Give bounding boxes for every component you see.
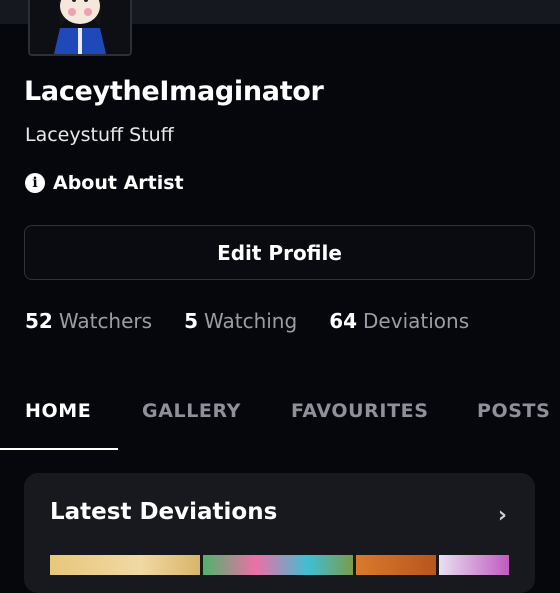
edit-profile-label: Edit Profile	[217, 240, 342, 265]
tab-favourites[interactable]: FAVOURITES	[291, 400, 429, 422]
profile-username: LaceytheImaginator	[24, 76, 324, 107]
chevron-right-icon[interactable]: ›	[498, 503, 507, 528]
tab-posts[interactable]: POSTS	[477, 400, 550, 422]
avatar[interactable]	[28, 0, 132, 56]
deviation-thumbnail[interactable]	[439, 555, 509, 575]
stat-watching-label: Watching	[203, 309, 298, 333]
active-tab-indicator	[0, 448, 118, 450]
stat-deviations[interactable]: 64 Deviations	[329, 309, 469, 333]
info-icon: i	[25, 173, 45, 193]
deviation-thumbnail[interactable]	[50, 555, 200, 575]
deviation-thumbnail[interactable]	[203, 555, 353, 575]
edit-profile-button[interactable]: Edit Profile	[24, 225, 535, 280]
profile-tabs: HOME GALLERY FAVOURITES POSTS	[0, 392, 560, 450]
stat-deviations-label: Deviations	[363, 309, 470, 333]
stat-watching[interactable]: 5 Watching	[184, 309, 297, 333]
about-artist-link[interactable]: i About Artist	[25, 172, 184, 194]
latest-deviations-title: Latest Deviations	[50, 499, 278, 525]
avatar-image	[30, 0, 130, 54]
latest-deviations-card: Latest Deviations ›	[24, 473, 535, 593]
stat-watchers-label: Watchers	[58, 309, 153, 333]
stat-watching-count: 5	[184, 309, 198, 333]
profile-stats: 52 Watchers 5 Watching 64 Deviations	[25, 309, 501, 333]
stat-watchers-count: 52	[25, 309, 53, 333]
deviation-thumbnails	[50, 555, 512, 575]
deviation-thumbnail[interactable]	[356, 555, 436, 575]
tab-home[interactable]: HOME	[25, 400, 91, 422]
stat-deviations-count: 64	[329, 309, 358, 333]
tab-gallery[interactable]: GALLERY	[142, 400, 241, 422]
profile-tagline: Laceystuff Stuff	[25, 124, 174, 146]
stat-watchers[interactable]: 52 Watchers	[25, 309, 152, 333]
about-artist-label: About Artist	[53, 172, 184, 194]
